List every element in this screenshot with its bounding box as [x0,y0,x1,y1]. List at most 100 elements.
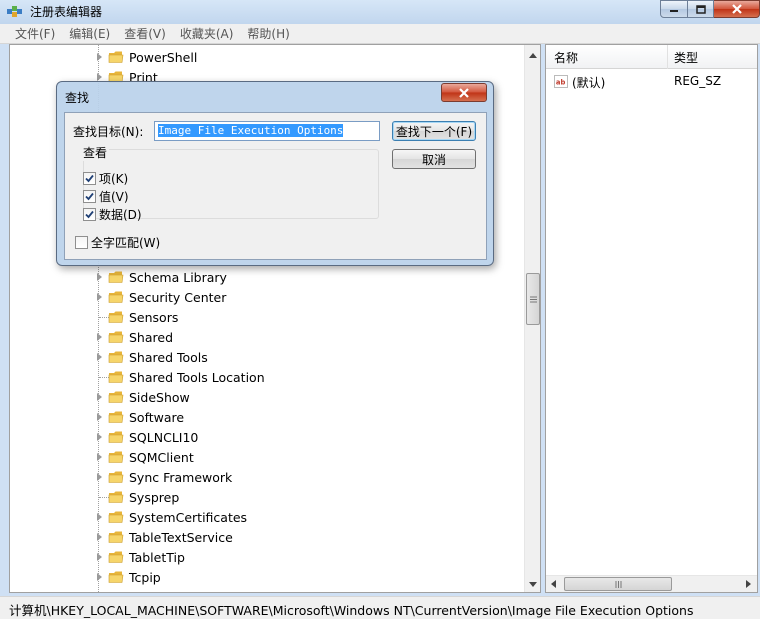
tree-item[interactable]: Security Center [10,287,524,307]
grip-icon [615,580,621,588]
grip-icon [529,296,537,302]
check-icon [85,210,94,218]
tree-item[interactable]: PowerShell [10,47,524,67]
folder-icon [108,410,124,424]
tree-item[interactable]: SQMClient [10,447,524,467]
values-option[interactable]: 值(V) [83,188,129,204]
tree-item[interactable]: Sync Framework [10,467,524,487]
tree-item-label: Shared [129,329,174,345]
tree-vertical-scrollbar[interactable] [524,45,540,592]
check-icon [85,192,94,200]
expand-arrow-icon[interactable] [95,452,103,462]
find-what-input[interactable]: Image File Execution Options [154,121,380,141]
find-dialog: 查找 查找目标(N): Image File Execution Options… [56,81,494,266]
expand-arrow-icon[interactable] [95,412,103,422]
arrow-right-icon[interactable] [746,580,751,588]
tree-item[interactable]: SideShow [10,387,524,407]
tree-item-label: Schema Library [129,269,227,285]
column-divider[interactable] [667,45,668,69]
tree-item[interactable]: Sensors [10,307,524,327]
find-what-label: 查找目标(N): [73,125,144,139]
data-checkbox[interactable] [83,207,96,221]
tree-item[interactable]: Software [10,407,524,427]
tree-item-label: Sync Framework [129,469,233,485]
scroll-thumb[interactable] [564,577,672,591]
folder-icon [108,310,124,324]
scroll-thumb[interactable] [526,273,540,325]
values-checkbox[interactable] [83,189,96,203]
tree-item-label: TabletTip [129,549,185,565]
values-list[interactable]: 名称 类型 ab (默认) REG_SZ [545,44,758,593]
tree-item[interactable]: Shared Tools Location [10,367,524,387]
scroll-down-button[interactable] [525,576,540,592]
folder-icon [108,570,124,584]
close-button[interactable] [714,0,760,18]
menu-file[interactable]: 文件(F) [8,25,62,42]
menu-help[interactable]: 帮助(H) [240,25,296,42]
data-label: 数据(D) [99,207,142,222]
scroll-up-button[interactable] [525,47,540,63]
match-whole-checkbox[interactable] [75,235,88,249]
cancel-button[interactable]: 取消 [392,149,476,169]
tree-item-label: Tcpip [129,569,161,585]
tree-item-label: Sensors [129,309,179,325]
expand-arrow-icon[interactable] [95,572,103,582]
keys-option[interactable]: 项(K) [83,170,128,186]
expand-arrow-icon[interactable] [95,292,103,302]
menu-edit[interactable]: 编辑(E) [62,25,117,42]
tree-item-label: Sysprep [129,489,180,505]
tree-item[interactable]: Shared Tools [10,347,524,367]
find-next-button[interactable]: 查找下一个(F) [392,121,476,141]
folder-icon [108,550,124,564]
close-icon [731,4,742,14]
folder-icon [108,350,124,364]
folder-icon [108,270,124,284]
data-option[interactable]: 数据(D) [83,206,142,222]
tree-item[interactable]: TabletTip [10,547,524,567]
tree-item[interactable]: SystemCertificates [10,507,524,527]
keys-checkbox[interactable] [83,171,96,185]
keys-label: 项(K) [99,171,129,186]
tree-item[interactable]: Sysprep [10,487,524,507]
list-header: 名称 类型 [546,45,757,69]
folder-icon [108,290,124,304]
folder-icon [108,470,124,484]
tree-item[interactable]: Schema Library [10,267,524,287]
column-header-name[interactable]: 名称 [554,49,578,66]
column-header-type[interactable]: 类型 [674,49,698,66]
title-bar: 注册表编辑器 [0,0,760,24]
expand-arrow-icon[interactable] [95,532,103,542]
arrow-left-icon[interactable] [551,580,556,588]
list-item[interactable]: ab (默认) REG_SZ [546,73,757,91]
expand-arrow-icon[interactable] [95,472,103,482]
tree-item-label: Shared Tools [129,349,208,365]
maximize-button[interactable] [688,0,714,18]
dialog-close-button[interactable] [441,83,487,102]
expand-arrow-icon[interactable] [95,552,103,562]
tree-item[interactable]: Shared [10,327,524,347]
expand-arrow-icon[interactable] [95,52,103,62]
expand-arrow-icon[interactable] [95,512,103,522]
folder-icon [108,530,124,544]
find-what-value: Image File Execution Options [158,124,344,137]
tree-item[interactable]: TableTextService [10,527,524,547]
menu-bar: 文件(F) 编辑(E) 查看(V) 收藏夹(A) 帮助(H) [0,24,760,44]
expand-arrow-icon[interactable] [95,392,103,402]
svg-text:ab: ab [556,78,566,86]
tree-item-label: TableTextService [129,529,233,545]
minimize-button[interactable] [660,0,688,18]
match-whole-option[interactable]: 全字匹配(W) [75,234,160,250]
tree-item[interactable]: SQLNCLI10 [10,427,524,447]
tree-item-label: SystemCertificates [129,509,248,525]
menu-favorites[interactable]: 收藏夹(A) [173,25,241,42]
menu-view[interactable]: 查看(V) [117,25,173,42]
arrow-up-icon [529,52,537,58]
expand-arrow-icon[interactable] [95,352,103,362]
status-bar: 计算机\HKEY_LOCAL_MACHINE\SOFTWARE\Microsof… [0,596,760,619]
tree-item[interactable]: Tcpip [10,567,524,587]
expand-arrow-icon[interactable] [95,332,103,342]
expand-arrow-icon[interactable] [95,432,103,442]
list-horizontal-scrollbar[interactable] [546,575,757,592]
window-controls [660,0,760,20]
expand-arrow-icon[interactable] [95,272,103,282]
